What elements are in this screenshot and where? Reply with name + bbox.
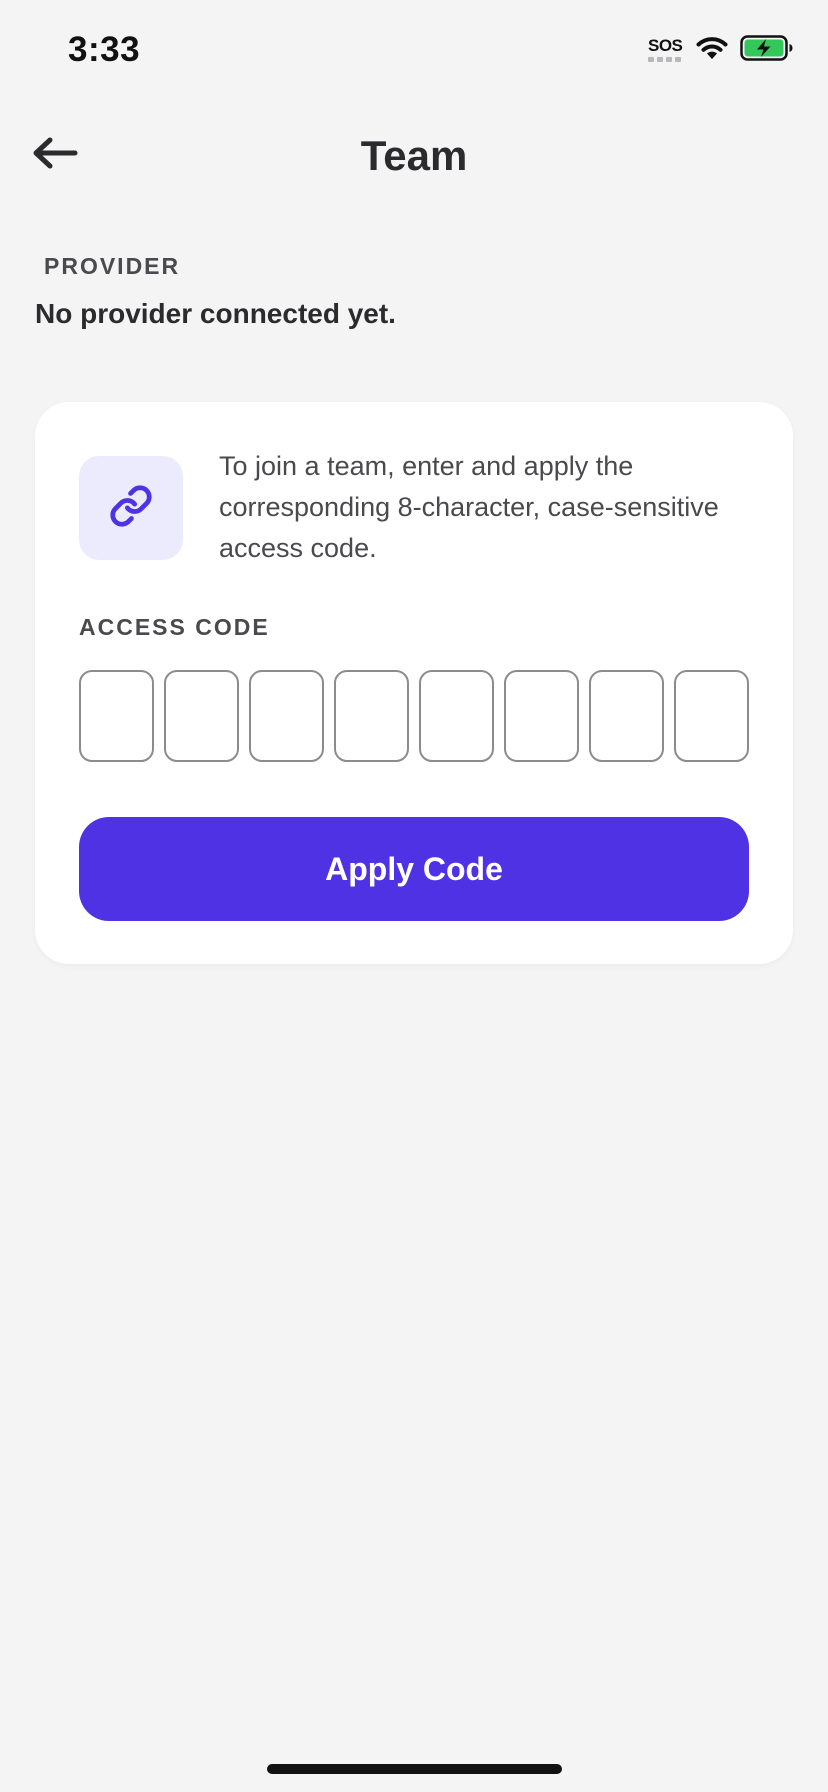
provider-label: PROVIDER [44, 253, 181, 279]
access-code-inputs [79, 670, 749, 766]
battery-charging-icon [740, 34, 794, 67]
status-icons: SOS [648, 34, 794, 67]
sos-text: SOS [648, 35, 683, 55]
status-time: 3:33 [68, 30, 141, 69]
sos-indicator: SOS [648, 36, 684, 66]
link-icon-tile [79, 456, 183, 560]
access-code-char-7[interactable] [589, 670, 664, 762]
status-bar: 3:33 SOS [0, 0, 828, 100]
access-code-label: ACCESS CODE [79, 614, 270, 640]
access-code-char-3[interactable] [249, 670, 324, 762]
access-code-char-6[interactable] [504, 670, 579, 762]
apply-code-button[interactable]: Apply Code [79, 817, 749, 921]
page-title: Team [360, 132, 468, 179]
wifi-icon [694, 34, 730, 67]
join-team-card: To join a team, enter and apply the corr… [35, 402, 793, 964]
sos-signal-dots [648, 56, 681, 62]
access-code-char-8[interactable] [674, 670, 749, 762]
access-code-char-4[interactable] [334, 670, 409, 762]
top-nav-header: Team [0, 110, 828, 200]
home-indicator[interactable] [267, 1764, 562, 1774]
access-code-char-1[interactable] [79, 670, 154, 762]
join-instructions: To join a team, enter and apply the corr… [219, 451, 719, 563]
provider-status: No provider connected yet. [35, 298, 396, 329]
access-code-char-2[interactable] [164, 670, 239, 762]
access-code-char-5[interactable] [419, 670, 494, 762]
link-icon [109, 484, 153, 533]
